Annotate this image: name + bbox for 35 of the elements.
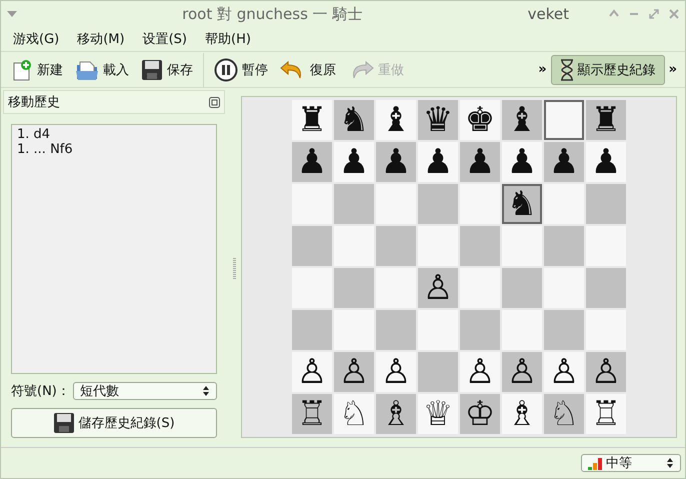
pane-handle[interactable] [232, 258, 236, 280]
user-name: veket [528, 5, 569, 23]
panel-title: 移動歷史 [8, 94, 60, 111]
notation-label: 符號(N)： [11, 383, 70, 400]
signal-bars-icon [588, 456, 602, 470]
menu-item[interactable]: 设置(S) [142, 30, 187, 48]
new-document-icon [11, 58, 33, 80]
hourglass-icon [560, 58, 574, 80]
board-square[interactable] [544, 100, 584, 140]
difficulty-dropdown[interactable]: 中等 [581, 454, 681, 472]
move-entry[interactable]: 1. d4 [17, 127, 211, 142]
close-icon[interactable] [669, 9, 679, 19]
toolbar-button[interactable]: 保存 [135, 56, 199, 84]
detach-icon[interactable] [209, 96, 220, 108]
folder-icon [75, 58, 99, 80]
toolbar-button[interactable]: 新建 [5, 56, 69, 84]
history-toggle-button[interactable]: 顯示歷史紀錄 [550, 54, 665, 84]
up-down-arrows-icon [666, 457, 674, 469]
notation-dropdown[interactable]: 短代數 [72, 382, 217, 400]
window-menu-icon[interactable] [7, 11, 17, 17]
save-history-button[interactable]: 儲存歷史紀錄(S) [11, 408, 217, 438]
menu-item[interactable]: 游戏(G) [13, 30, 60, 48]
shade-icon[interactable] [609, 9, 619, 17]
menu-item[interactable]: 移动(M) [77, 30, 125, 48]
up-down-arrows-icon [202, 385, 210, 397]
pause-icon [214, 58, 238, 82]
overflow-button[interactable]: » [664, 62, 681, 77]
toolbar-button[interactable]: 復原 [274, 56, 342, 84]
menu-item[interactable]: 帮助(H) [205, 30, 251, 48]
window-title: root 對 gnuchess 一 騎士 [181, 4, 364, 24]
overflow-button[interactable]: » [534, 62, 551, 77]
toolbar-button[interactable]: 載入 [69, 56, 135, 84]
maximize-icon[interactable] [649, 9, 659, 19]
toolbar-button[interactable]: 暫停 [208, 54, 274, 84]
move-entry[interactable]: 1. ... Nf6 [17, 142, 211, 157]
